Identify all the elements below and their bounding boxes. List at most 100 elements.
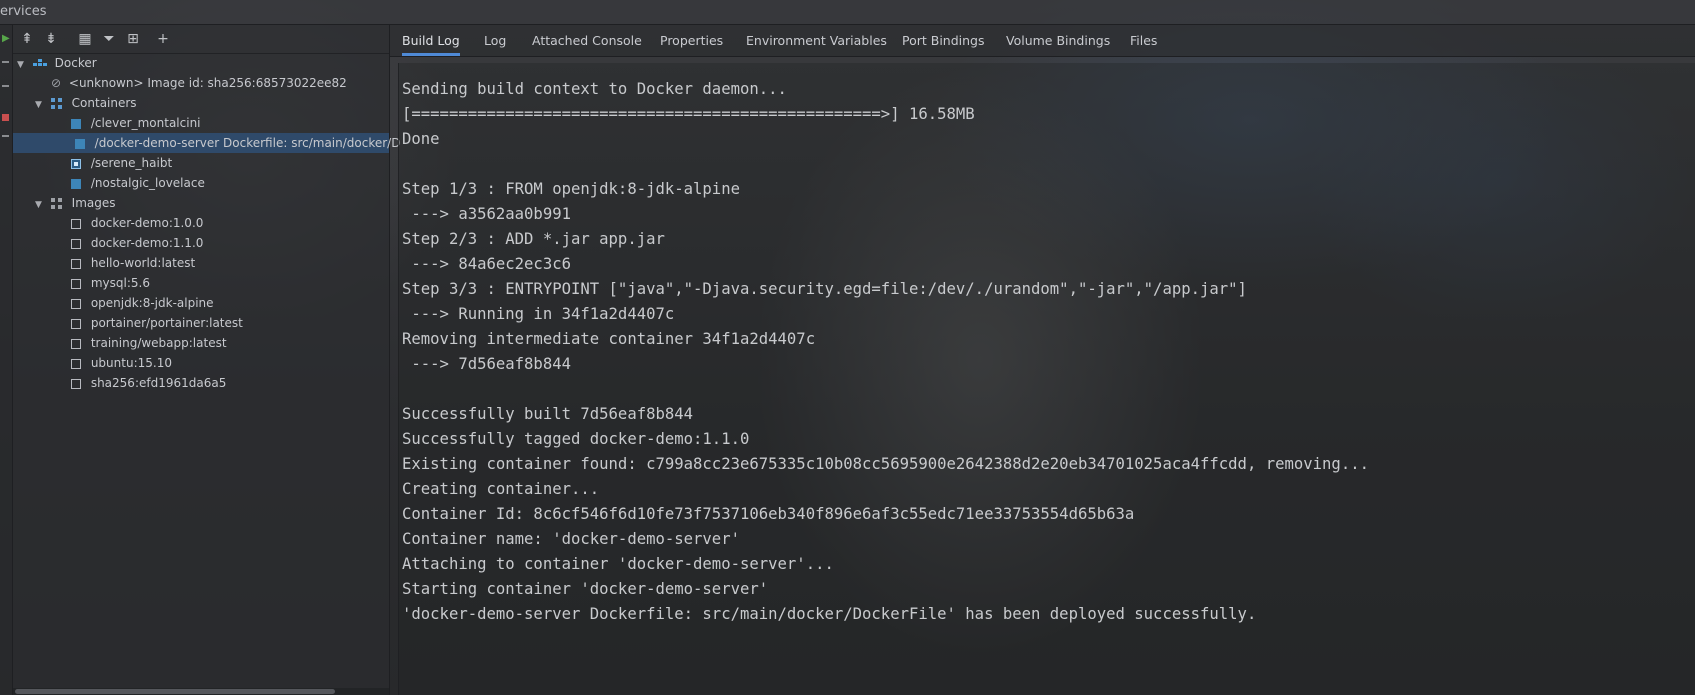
tab-log[interactable]: Log — [484, 25, 506, 56]
tree-node-image[interactable]: docker-demo:1.1.0 — [71, 233, 203, 253]
stop-icon[interactable] — [2, 114, 9, 121]
tree-node-container[interactable]: /nostalgic_lovelace — [71, 173, 205, 193]
tree-node-label: hello-world:latest — [90, 256, 196, 270]
log-line: 'docker-demo-server Dockerfile: src/main… — [402, 605, 1257, 623]
images-group-icon — [50, 198, 62, 209]
log-line: Creating container... — [402, 480, 600, 498]
image-icon — [71, 278, 81, 289]
tab-files[interactable]: Files — [1130, 25, 1157, 56]
tree-node-image[interactable]: hello-world:latest — [71, 253, 195, 273]
tree-node-label: docker-demo:1.1.0 — [90, 236, 204, 250]
image-icon — [71, 378, 81, 389]
tool-window-title-bar: ervices — [0, 0, 1695, 25]
container-stopped-icon — [71, 158, 81, 169]
details-panel: Build Log Log Attached Console Propertie… — [390, 25, 1695, 695]
tree-node-label: portainer/portainer:latest — [90, 316, 243, 330]
log-line: ---> 7d56eaf8b844 — [402, 355, 571, 373]
left-action-gutter: ▶ — [0, 25, 13, 695]
tree-horizontal-scrollbar[interactable] — [13, 688, 389, 695]
tree-node-containers[interactable]: ▼ Containers — [35, 93, 137, 113]
image-icon — [71, 298, 81, 309]
tree-node-image[interactable]: training/webapp:latest — [71, 333, 227, 353]
tree-node-label: openjdk:8-jdk-alpine — [90, 296, 214, 310]
log-line: Successfully tagged docker-demo:1.1.0 — [402, 430, 750, 448]
tree-node-label: Images — [71, 196, 116, 210]
unknown-icon: ⊘ — [51, 76, 62, 90]
tab-attached-console[interactable]: Attached Console — [532, 25, 642, 56]
gutter-divider — [2, 85, 9, 87]
container-running-icon — [74, 138, 85, 149]
image-icon — [71, 338, 81, 349]
gutter-divider — [2, 61, 9, 63]
tree-node-label: Docker — [54, 56, 97, 70]
log-line: Sending build context to Docker daemon..… — [402, 80, 787, 98]
tree-node-image[interactable]: sha256:efd1961da6a5 — [71, 373, 226, 393]
container-running-icon — [71, 178, 81, 189]
tree-node-label: mysql:5.6 — [90, 276, 150, 290]
expand-all-icon[interactable]: ⇞ — [17, 29, 37, 49]
tree-node-label: sha256:efd1961da6a5 — [90, 376, 227, 390]
tool-window-title: ervices — [0, 4, 47, 19]
log-line: Step 1/3 : FROM openjdk:8-jdk-alpine — [402, 180, 740, 198]
tab-build-log[interactable]: Build Log — [402, 25, 460, 56]
tree-node-image[interactable]: mysql:5.6 — [71, 273, 150, 293]
tab-port-bindings[interactable]: Port Bindings — [902, 25, 985, 56]
tree-node-image[interactable]: openjdk:8-jdk-alpine — [71, 293, 214, 313]
tree-node-image[interactable]: docker-demo:1.0.0 — [71, 213, 203, 233]
containers-group-icon — [50, 98, 62, 109]
log-line: ---> a3562aa0b991 — [402, 205, 571, 223]
gutter-divider — [2, 135, 9, 137]
tree-node-images[interactable]: ▼ Images — [35, 193, 116, 213]
image-icon — [71, 358, 81, 369]
build-log-output[interactable]: Sending build context to Docker daemon..… — [398, 63, 1695, 695]
tree-node-container-selected[interactable]: /docker-demo-server Dockerfile: src/main… — [13, 133, 400, 153]
add-icon[interactable]: + — [153, 29, 173, 49]
tab-volume-bindings[interactable]: Volume Bindings — [1006, 25, 1110, 56]
new-window-icon[interactable]: ⊞ — [123, 29, 143, 49]
tree-node-label: /nostalgic_lovelace — [90, 176, 205, 190]
image-icon — [71, 218, 81, 229]
tree-node-unknown-image[interactable]: ⊘ <unknown> Image id: sha256:68573022ee8… — [51, 73, 347, 93]
image-icon — [71, 238, 81, 249]
tab-environment-variables[interactable]: Environment Variables — [746, 25, 887, 56]
tree-node-label: <unknown> Image id: sha256:68573022ee82 — [68, 76, 347, 90]
log-line: ---> Running in 34f1a2d4407c — [402, 305, 675, 323]
log-vertical-scrollbar[interactable] — [1686, 63, 1695, 695]
tree-node-label: docker-demo:1.0.0 — [90, 216, 204, 230]
expand-arrow-icon[interactable]: ▼ — [35, 195, 47, 215]
tree-node-label: Containers — [71, 96, 137, 110]
filter-icon[interactable]: ⏷ — [99, 29, 119, 49]
details-tab-bar: Build Log Log Attached Console Propertie… — [390, 25, 1695, 57]
services-tree-panel: ⇞ ⇟ ▦ ⏷ ⊞ + ▼ Docker ⊘ <unknown> Image i… — [13, 25, 400, 695]
log-line: Step 3/3 : ENTRYPOINT ["java","-Djava.se… — [402, 280, 1247, 298]
tree-node-container[interactable]: /serene_haibt — [71, 153, 172, 173]
tree-node-label: training/webapp:latest — [90, 336, 227, 350]
log-line: ---> 84a6ec2ec3c6 — [402, 255, 571, 273]
tree-node-label: /docker-demo-server Dockerfile: src/main… — [94, 136, 401, 150]
expand-arrow-icon[interactable]: ▼ — [17, 55, 29, 75]
group-icon[interactable]: ▦ — [75, 29, 95, 49]
log-line: [=======================================… — [402, 105, 975, 123]
run-icon[interactable]: ▶ — [2, 34, 10, 44]
log-line: Step 2/3 : ADD *.jar app.jar — [402, 230, 665, 248]
log-line: Done — [402, 130, 440, 148]
expand-arrow-icon[interactable]: ▼ — [35, 95, 47, 115]
tree-node-image[interactable]: ubuntu:15.10 — [71, 353, 172, 373]
docker-icon — [32, 58, 47, 70]
tree-node-container[interactable]: /clever_montalcini — [71, 113, 201, 133]
tree-node-image[interactable]: portainer/portainer:latest — [71, 313, 243, 333]
services-toolbar: ⇞ ⇟ ▦ ⏷ ⊞ + — [13, 25, 389, 54]
image-icon — [71, 258, 81, 269]
image-icon — [71, 318, 81, 329]
log-line: Attaching to container 'docker-demo-serv… — [402, 555, 834, 573]
log-line: Removing intermediate container 34f1a2d4… — [402, 330, 816, 348]
log-line: Container Id: 8c6cf546f6d10fe73f7537106e… — [402, 505, 1135, 523]
collapse-all-icon[interactable]: ⇟ — [41, 29, 61, 49]
tree-node-docker[interactable]: ▼ Docker — [17, 53, 97, 73]
tree-node-label: ubuntu:15.10 — [90, 356, 172, 370]
log-line: Starting container 'docker-demo-server' — [402, 580, 769, 598]
container-running-icon — [71, 118, 81, 129]
scrollbar-thumb[interactable] — [15, 689, 335, 694]
tree-node-label: /serene_haibt — [90, 156, 173, 170]
tab-properties[interactable]: Properties — [660, 25, 723, 56]
